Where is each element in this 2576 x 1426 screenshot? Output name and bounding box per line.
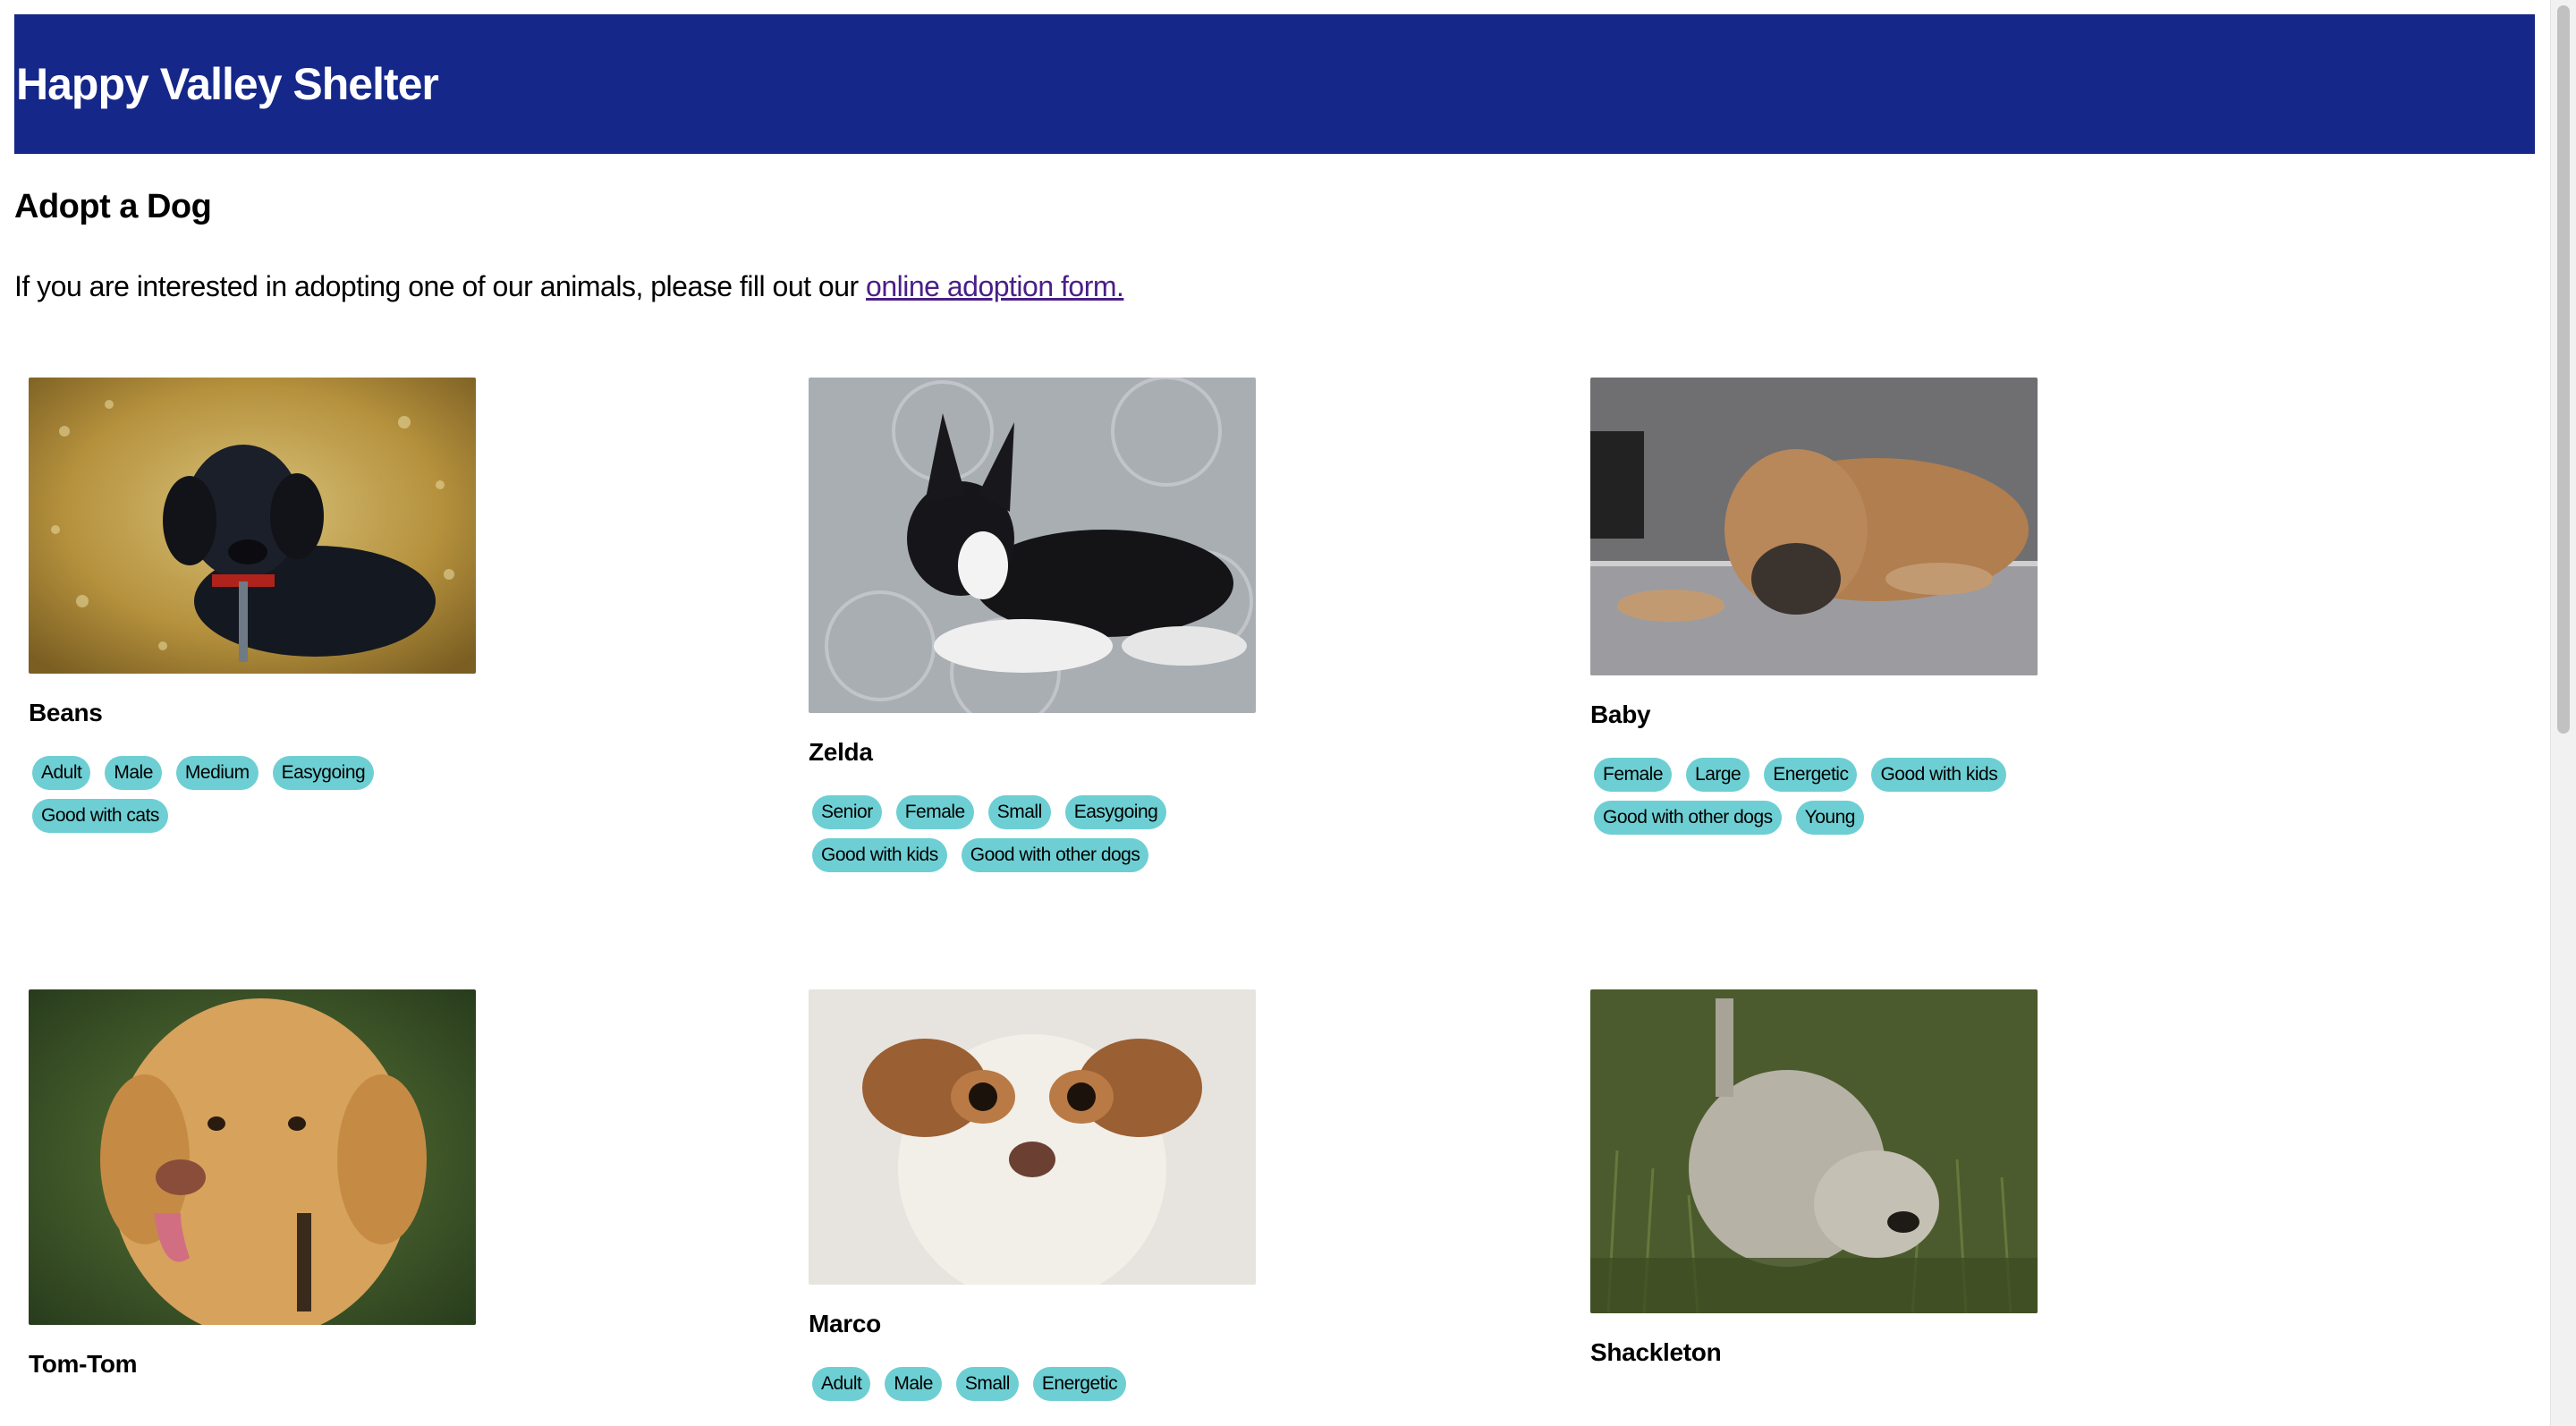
tag: Good with kids xyxy=(1871,758,2007,792)
dog-name: Beans xyxy=(29,699,103,726)
vertical-scrollbar[interactable] xyxy=(2550,0,2576,1426)
tag: Easygoing xyxy=(272,756,375,790)
tag: Medium xyxy=(175,756,258,790)
dog-tags: Female Large Energetic Good with kids Go… xyxy=(1594,758,2038,835)
dog-name: Tom-Tom xyxy=(29,1350,138,1378)
dog-name: Baby xyxy=(1590,700,1651,728)
dog-tags: Senior Female Small Easygoing Good with … xyxy=(812,795,1256,872)
dog-photo xyxy=(1590,989,2038,1313)
dog-tags: Adult Male Medium Easygoing Good with ca… xyxy=(32,756,476,833)
tag: Senior xyxy=(812,795,882,829)
dog-photo xyxy=(29,989,476,1325)
tag: Energetic xyxy=(1032,1367,1127,1401)
dog-name: Zelda xyxy=(809,738,873,766)
dog-name: Marco xyxy=(809,1310,881,1337)
dog-card: Zelda Senior Female Small Easygoing Good… xyxy=(809,378,1256,872)
dog-card: Baby Female Large Energetic Good with ki… xyxy=(1590,378,2038,835)
tag: Female xyxy=(1594,758,1673,792)
site-header: Happy Valley Shelter xyxy=(14,14,2535,154)
dog-card: Shackleton xyxy=(1590,989,2038,1367)
dog-photo xyxy=(1590,378,2038,675)
tag: Male xyxy=(885,1367,942,1401)
dog-card: Marco Adult Male Small Energetic xyxy=(809,989,1256,1401)
tag: Good with kids xyxy=(812,838,947,872)
tag: Good with other dogs xyxy=(1594,801,1782,835)
dog-card: Beans Adult Male Medium Easygoing Good w… xyxy=(29,378,476,833)
tag: Young xyxy=(1795,801,1864,835)
intro-paragraph: If you are interested in adopting one of… xyxy=(14,270,1124,303)
page-title: Adopt a Dog xyxy=(14,188,212,225)
tag: Adult xyxy=(812,1367,871,1401)
intro-text: If you are interested in adopting one of… xyxy=(14,270,867,302)
tag: Small xyxy=(955,1367,1019,1401)
dog-photo xyxy=(29,378,476,674)
tag: Small xyxy=(987,795,1051,829)
adoption-form-link[interactable]: online adoption form. xyxy=(866,270,1124,302)
tag: Adult xyxy=(32,756,91,790)
scrollbar-thumb[interactable] xyxy=(2557,5,2570,734)
tag: Male xyxy=(105,756,162,790)
site-title: Happy Valley Shelter xyxy=(16,59,439,109)
tag: Female xyxy=(895,795,974,829)
tag: Energetic xyxy=(1764,758,1858,792)
dog-tags: Adult Male Small Energetic xyxy=(812,1367,1256,1401)
page: Happy Valley Shelter Adopt a Dog If you … xyxy=(0,0,2551,1426)
tag: Large xyxy=(1686,758,1750,792)
dog-name: Shackleton xyxy=(1590,1338,1722,1366)
dog-card: Tom-Tom xyxy=(29,989,476,1379)
dog-photo xyxy=(809,989,1256,1285)
dog-photo xyxy=(809,378,1256,713)
tag: Easygoing xyxy=(1064,795,1167,829)
tag: Good with cats xyxy=(32,799,168,833)
tag: Good with other dogs xyxy=(961,838,1149,872)
